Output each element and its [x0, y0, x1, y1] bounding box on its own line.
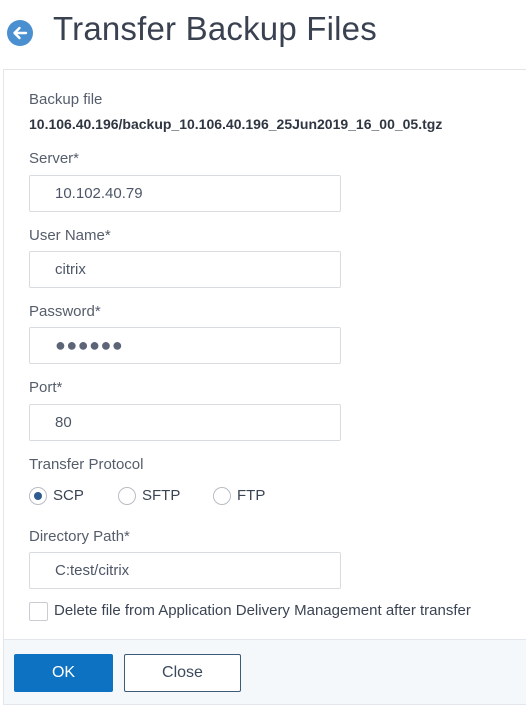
user-name-label: User Name*: [29, 227, 111, 244]
dialog-footer: OK Close: [3, 639, 526, 705]
transfer-protocol-label: Transfer Protocol: [29, 456, 144, 473]
radio-selected-dot: [34, 492, 42, 500]
radio-label: FTP: [237, 487, 266, 504]
user-name-input[interactable]: citrix: [29, 251, 341, 288]
delete-after-transfer-label[interactable]: Delete file from Application Delivery Ma…: [54, 602, 471, 619]
back-button[interactable]: [7, 20, 33, 46]
password-label: Password*: [29, 303, 101, 320]
close-button[interactable]: Close: [124, 654, 241, 692]
port-input[interactable]: 80: [29, 404, 341, 441]
server-label: Server*: [29, 150, 80, 167]
server-input[interactable]: 10.102.40.79: [29, 175, 341, 212]
radio-label: SCP: [53, 487, 84, 504]
delete-after-transfer-checkbox[interactable]: [29, 602, 48, 621]
ok-button[interactable]: OK: [14, 654, 113, 692]
arrow-left-circle-icon: [13, 26, 28, 40]
page-title: Transfer Backup Files: [53, 10, 377, 47]
backup-file-value: 10.106.40.196/backup_10.106.40.196_25Jun…: [29, 116, 443, 132]
directory-path-input[interactable]: C:test/citrix: [29, 552, 341, 589]
password-input[interactable]: ●●●●●●: [29, 327, 341, 364]
backup-file-label: Backup file: [29, 91, 103, 108]
page-header: Transfer Backup Files: [0, 0, 526, 69]
radio-circle[interactable]: [29, 487, 47, 505]
port-label: Port*: [29, 379, 63, 396]
directory-path-label: Directory Path*: [29, 528, 130, 545]
radio-circle[interactable]: [213, 487, 231, 505]
radio-label: SFTP: [142, 487, 181, 504]
radio-circle[interactable]: [118, 487, 136, 505]
